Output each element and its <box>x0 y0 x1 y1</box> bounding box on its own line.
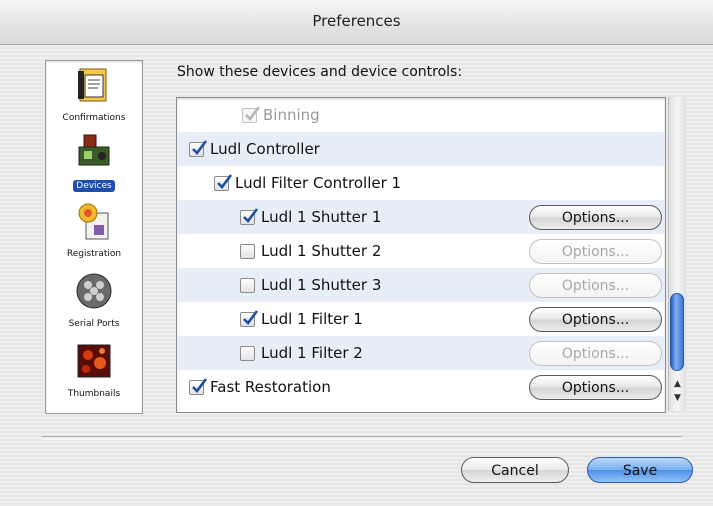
ludl-1-filter-2-checkbox[interactable] <box>240 346 255 361</box>
device-label: Ludl 1 Shutter 1 <box>261 208 382 226</box>
options-button[interactable]: Options... <box>529 375 662 400</box>
device-label: Ludl Filter Controller 1 <box>235 174 402 192</box>
device-list[interactable]: Binning Ludl Controller Ludl Filter Cont… <box>176 97 666 413</box>
device-label: Ludl 1 Filter 1 <box>261 310 363 328</box>
options-button[interactable]: Options... <box>529 341 662 366</box>
list-item: Ludl 1 Shutter 2 Options... <box>177 234 665 268</box>
options-button[interactable]: Options... <box>529 307 662 332</box>
device-label: Ludl 1 Shutter 2 <box>261 242 382 260</box>
binning-checkbox[interactable] <box>242 106 261 123</box>
cancel-button[interactable]: Cancel <box>461 457 569 483</box>
serial-ports-icon <box>76 273 112 309</box>
sidebar-item-label: Confirmations <box>62 113 126 123</box>
sidebar-item-devices[interactable]: Devices <box>46 133 142 192</box>
ludl-1-shutter-3-checkbox[interactable] <box>240 278 255 293</box>
list-item: Ludl 1 Filter 1 Options... <box>177 302 665 336</box>
ludl-1-filter-1-checkbox[interactable] <box>240 310 259 327</box>
scroll-down-arrow-icon[interactable]: ▼ <box>672 393 683 403</box>
list-item: Ludl Filter Controller 1 <box>177 166 665 200</box>
sidebar-item-label: Serial Ports <box>68 319 120 329</box>
options-button[interactable]: Options... <box>529 273 662 298</box>
thumbnails-icon <box>77 344 111 378</box>
confirmations-icon <box>78 68 107 102</box>
list-item: Binning <box>177 98 665 132</box>
device-label: Ludl 1 Filter 2 <box>261 344 363 362</box>
checkmark-icon <box>192 378 208 393</box>
checkmark-icon <box>217 174 233 189</box>
list-item: Ludl 1 Shutter 1 Options... <box>177 200 665 234</box>
list-item: Fast Restoration Options... <box>177 370 665 404</box>
ludl-1-shutter-2-checkbox[interactable] <box>240 244 255 259</box>
scrollbar-thumb[interactable] <box>670 293 684 371</box>
device-label: Binning <box>263 106 320 124</box>
registration-icon <box>78 203 109 240</box>
options-button[interactable]: Options... <box>529 239 662 264</box>
title-bar: Preferences <box>0 0 713 45</box>
separator <box>42 436 682 440</box>
sidebar-item-label: Thumbnails <box>67 389 121 399</box>
device-list-scrollbar[interactable]: ▲ ▼ <box>668 97 686 411</box>
list-item: Ludl 1 Filter 2 Options... <box>177 336 665 370</box>
category-sidebar: Confirmations Devices Registration Seria… <box>45 60 143 414</box>
device-label: Ludl 1 Shutter 3 <box>261 276 382 294</box>
sidebar-item-label: Devices <box>73 180 115 192</box>
ludl-controller-checkbox[interactable] <box>189 140 208 157</box>
list-item: Ludl Controller <box>177 132 665 166</box>
save-button[interactable]: Save <box>587 457 693 483</box>
options-button[interactable]: Options... <box>529 205 662 230</box>
devices-heading: Show these devices and device controls: <box>177 64 463 80</box>
fast-restoration-checkbox[interactable] <box>189 378 208 395</box>
device-label: Ludl Controller <box>210 140 320 158</box>
device-label: Fast Restoration <box>210 378 331 396</box>
checkmark-icon <box>245 106 261 121</box>
sidebar-item-thumbnails[interactable]: Thumbnails <box>46 341 142 400</box>
checkmark-icon <box>243 310 259 325</box>
sidebar-item-serial-ports[interactable]: Serial Ports <box>46 271 142 330</box>
ludl-filter-controller-1-checkbox[interactable] <box>214 174 233 191</box>
window-title: Preferences <box>312 12 401 30</box>
sidebar-item-label: Registration <box>66 249 122 259</box>
checkmark-icon <box>243 208 259 223</box>
devices-icon <box>78 134 110 166</box>
scroll-up-arrow-icon[interactable]: ▲ <box>672 379 683 389</box>
sidebar-item-registration[interactable]: Registration <box>46 201 142 260</box>
ludl-1-shutter-1-checkbox[interactable] <box>240 208 259 225</box>
sidebar-item-confirmations[interactable]: Confirmations <box>46 65 142 124</box>
list-item: Ludl 1 Shutter 3 Options... <box>177 268 665 302</box>
checkmark-icon <box>192 140 208 155</box>
